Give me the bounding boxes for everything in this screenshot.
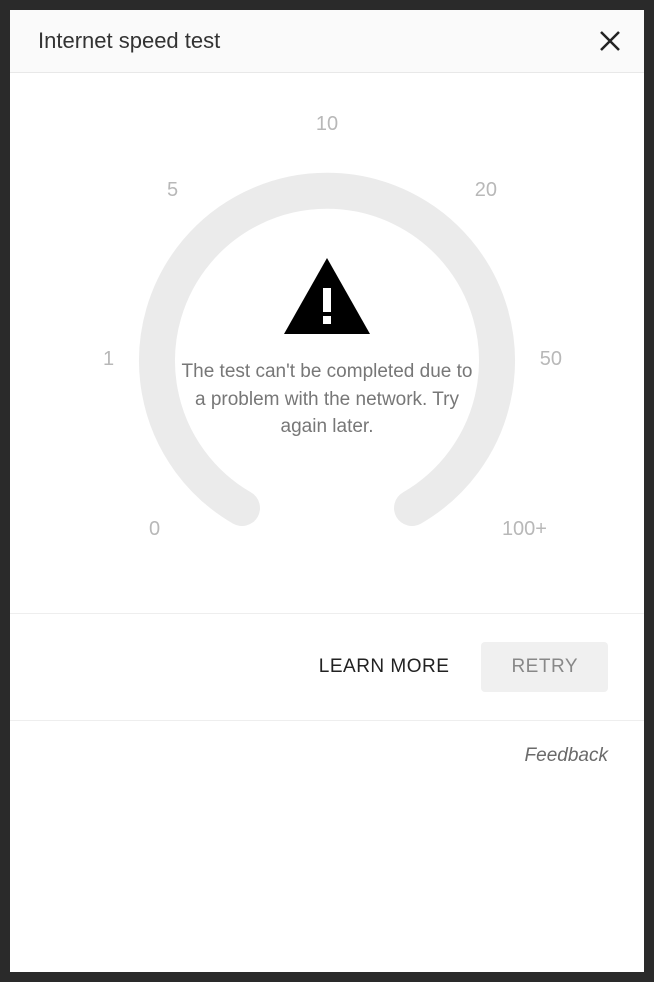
feedback-link[interactable]: Feedback [525,745,608,948]
gauge-section: 10 5 20 1 50 0 100+ The test can't be co… [10,73,644,614]
gauge-tick-20: 20 [475,179,497,202]
gauge-container: 10 5 20 1 50 0 100+ The test can't be co… [47,103,607,573]
gauge-tick-100: 100+ [502,518,547,541]
learn-more-button[interactable]: LEARN MORE [319,656,450,678]
gauge-center-content: The test can't be completed due to a pro… [167,258,487,441]
feedback-section: Feedback [10,721,644,972]
modal-header: Internet speed test [10,10,644,73]
gauge-tick-5: 5 [167,179,178,202]
actions-section: LEARN MORE RETRY [10,614,644,721]
warning-icon [167,258,487,334]
error-message: The test can't be completed due to a pro… [167,358,487,441]
speed-test-modal: Internet speed test 10 5 20 1 50 0 100+ [10,10,644,972]
retry-button[interactable]: RETRY [481,642,608,692]
gauge-tick-1: 1 [103,348,114,371]
gauge-tick-50: 50 [540,348,562,371]
gauge-tick-0: 0 [149,518,160,541]
modal-title: Internet speed test [38,28,220,54]
close-icon[interactable] [598,29,622,53]
gauge-tick-10: 10 [316,113,338,136]
